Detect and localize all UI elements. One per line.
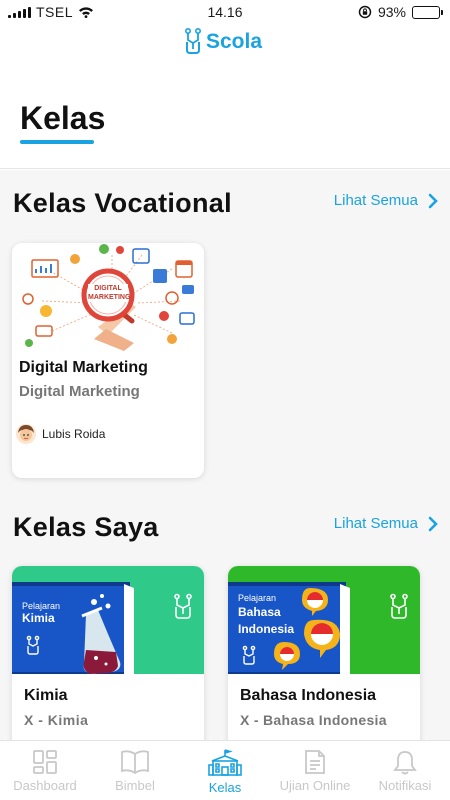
vocational-section-title: Kelas Vocational [13, 188, 232, 218]
nav-label: Bimbel [115, 778, 155, 793]
digital-marketing-banner-text: DIGITAL MARKETING [88, 284, 131, 302]
bell-icon [393, 751, 417, 775]
nav-label: Dashboard [13, 778, 77, 793]
class-subtitle: X - Kimia [24, 712, 89, 728]
course-title: Digital Marketing [19, 359, 148, 376]
course-author: Lubis Roida [16, 424, 105, 444]
nav-label: Notifikasi [378, 778, 432, 793]
main-content[interactable]: Kelas Vocational Lihat Semua DIGITAL MAR… [0, 170, 450, 740]
rotation-lock-icon [358, 5, 372, 19]
vocational-see-all-link[interactable]: Lihat Semua [334, 192, 438, 209]
scola-logo-icon [185, 28, 201, 54]
book-subject-line2: Indonesia [238, 622, 295, 636]
nav-ujian-online[interactable]: Ujian Online [270, 741, 360, 800]
class-card-bahasa-indonesia[interactable]: Pelajaran Bahasa Indonesia Bahasa Indone… [228, 566, 420, 740]
see-all-label: Lihat Semua [333, 192, 418, 209]
chevron-right-icon [428, 193, 438, 208]
logo-text: Scola [206, 30, 263, 53]
class-card-kimia[interactable]: Pelajaran Kimia Kimia X - Kimia [12, 566, 204, 740]
bahasa-book-illustration [228, 582, 408, 674]
page-title: Kelas [20, 100, 106, 136]
nav-bimbel[interactable]: Bimbel [90, 741, 180, 800]
my-classes-section-title: Kelas Saya [13, 512, 159, 542]
battery-icon [412, 5, 443, 19]
nav-dashboard[interactable]: Dashboard [0, 741, 90, 800]
school-icon [208, 749, 242, 776]
course-subtitle: Digital Marketing [19, 383, 140, 400]
nav-label: Kelas [208, 780, 242, 795]
chevron-right-icon [428, 516, 438, 531]
nav-kelas[interactable]: Kelas [180, 741, 270, 800]
see-all-label: Lihat Semua [333, 515, 418, 532]
class-subtitle: X - Bahasa Indonesia [240, 712, 387, 728]
my-classes-see-all-link[interactable]: Lihat Semua [334, 515, 438, 532]
avatar [16, 424, 36, 444]
book-label: Pelajaran [238, 593, 277, 603]
author-name: Lubis Roida [42, 427, 106, 441]
book-subject-line1: Bahasa [238, 605, 281, 619]
book-icon [121, 750, 149, 775]
status-right: 93% [358, 4, 443, 20]
book-label: Pelajaran [22, 601, 61, 611]
battery-percent: 93% [377, 4, 406, 20]
class-title: Kimia [24, 687, 68, 704]
app-header: Scola Kelas [0, 24, 450, 169]
exam-icon [305, 750, 325, 774]
book-subject: Kimia [22, 611, 55, 625]
course-card-digital-marketing[interactable]: DIGITAL MARKETING Digital Marketing Digi… [12, 243, 204, 478]
nav-notifikasi[interactable]: Notifikasi [360, 741, 450, 800]
nav-label: Ujian Online [279, 778, 351, 793]
app-logo: Scola [184, 28, 262, 56]
bottom-navigation: Dashboard Bimbel Kelas Ujian Online Noti… [0, 740, 450, 800]
title-underline [20, 140, 94, 144]
status-bar: TSEL 14.16 93% [0, 0, 450, 24]
dashboard-icon [33, 750, 57, 774]
class-title: Bahasa Indonesia [240, 687, 377, 704]
